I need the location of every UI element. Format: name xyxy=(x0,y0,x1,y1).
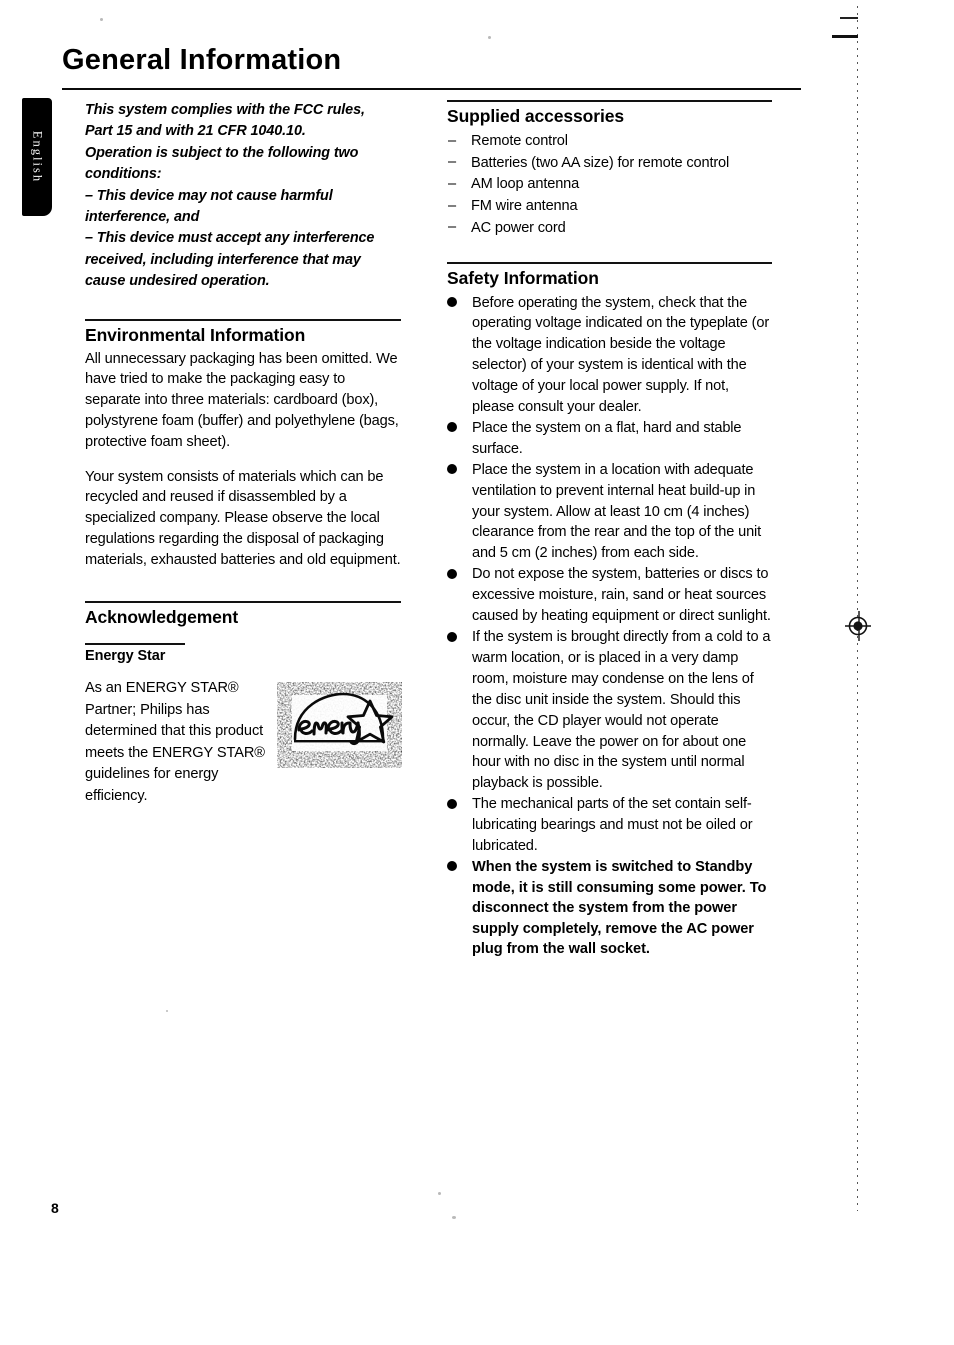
safety-information-heading: Safety Information xyxy=(447,267,599,288)
language-tab-english: English xyxy=(22,98,52,216)
fcc-line-7: – This device must accept any interferen… xyxy=(85,230,375,247)
title-divider xyxy=(62,88,801,90)
bullet-icon xyxy=(447,798,457,809)
fcc-line-1: This system complies with the FCC rules, xyxy=(85,102,365,118)
energy-star-block: As an ENERGY STAR® Partner; Philips has … xyxy=(85,678,402,807)
list-item: Do not expose the system, batteries or d… xyxy=(447,564,772,627)
acknowledgement-divider xyxy=(85,600,401,603)
bullet-icon xyxy=(447,422,457,433)
list-item-label: AM loop antenna xyxy=(471,176,580,193)
list-item-label: The mechanical parts of the set contain … xyxy=(472,796,753,855)
list-item-label: Do not expose the system, batteries or d… xyxy=(472,566,771,625)
list-item-label: Batteries (two AA size) for remote contr… xyxy=(471,154,730,171)
list-item: – AM loop antenna xyxy=(447,174,772,195)
list-item: Place the system on a flat, hard and sta… xyxy=(447,418,772,460)
dash-icon: – xyxy=(448,197,456,214)
list-item: – Remote control xyxy=(447,131,772,152)
trim-mark-top-secondary xyxy=(832,35,858,38)
dash-icon: – xyxy=(448,219,456,236)
acknowledgement-heading: Acknowledgement xyxy=(85,606,239,627)
right-column: Supplied accessories – Remote control – Ba… xyxy=(447,100,772,960)
list-item: The mechanical parts of the set contain … xyxy=(447,794,772,857)
list-item-label: Remote control xyxy=(471,133,568,149)
list-item-label: FM wire antenna xyxy=(471,198,578,215)
scan-speck xyxy=(452,1216,456,1219)
bullet-icon xyxy=(447,861,457,872)
scan-speck xyxy=(100,18,103,21)
list-item: – FM wire antenna xyxy=(447,196,772,217)
page-number: 8 xyxy=(51,1200,59,1216)
supplied-accessories-list: – Remote control – Batteries (two AA size)… xyxy=(447,131,772,239)
list-item-label: Before operating the system, check that … xyxy=(472,294,770,416)
list-item: Before operating the system, check that … xyxy=(447,293,772,418)
list-item-label: If the system is brought directly from a… xyxy=(472,629,771,792)
list-item-label: AC power cord xyxy=(471,219,566,236)
safety-information-divider xyxy=(447,261,772,264)
fcc-line-8: received, including interference that ma… xyxy=(85,251,361,268)
trim-line-vertical xyxy=(857,6,858,1211)
fcc-line-6: interference, and xyxy=(85,209,200,226)
registration-mark-icon xyxy=(845,611,873,641)
trim-mark-top xyxy=(840,17,858,19)
scan-speck xyxy=(438,1192,441,1195)
left-column: This system complies with the FCC rules,… xyxy=(85,100,402,822)
page-title: General Information xyxy=(62,44,342,76)
dash-icon: – xyxy=(448,154,456,171)
list-item: – Batteries (two AA size) for remote cont… xyxy=(447,153,772,174)
safety-information-list: Before operating the system, check that … xyxy=(447,293,772,960)
supplied-accessories-heading: Supplied accessories xyxy=(447,106,624,126)
bullet-icon xyxy=(447,568,457,579)
scan-speck xyxy=(488,36,491,39)
dash-icon: – xyxy=(448,132,456,149)
environmental-paragraph-1: All unnecessary packaging has been omitt… xyxy=(85,350,399,450)
fcc-line-5: – This device may not cause harmful xyxy=(85,187,333,204)
environmental-paragraph-2: Your system consists of materials which … xyxy=(85,468,401,568)
energy-star-paragraph: As an ENERGY STAR® Partner; Philips has … xyxy=(85,680,265,804)
supplied-accessories-divider xyxy=(447,100,772,102)
list-item: When the system is switched to Standby m… xyxy=(447,857,772,960)
scan-speck xyxy=(166,1010,168,1012)
list-item: If the system is brought directly from a… xyxy=(447,627,772,794)
bullet-icon xyxy=(447,464,457,475)
list-item: – AC power cord xyxy=(447,218,772,239)
fcc-line-4: conditions: xyxy=(85,166,162,183)
fcc-notice: This system complies with the FCC rules,… xyxy=(85,100,401,293)
environmental-heading: Environmental Information xyxy=(85,324,306,345)
list-item-label: Place the system on a flat, hard and sta… xyxy=(472,419,742,457)
dash-icon: – xyxy=(448,175,456,192)
energy-star-divider xyxy=(85,642,185,645)
energy-star-heading: Energy Star xyxy=(85,647,166,664)
document-page: English General Information This system … xyxy=(0,0,954,1345)
fcc-line-2: Part 15 and with 21 CFR 1040.10. xyxy=(85,123,306,140)
list-item-label: When the system is switched to Standby m… xyxy=(472,858,767,958)
energy-star-logo xyxy=(277,682,402,769)
list-item: Place the system in a location with adeq… xyxy=(447,460,772,565)
environmental-divider xyxy=(85,318,401,321)
bullet-icon xyxy=(447,631,457,642)
language-tab-label: English xyxy=(30,130,45,184)
fcc-line-9: cause undesired operation. xyxy=(85,273,270,290)
bullet-icon xyxy=(447,297,457,308)
fcc-line-3: Operation is subject to the following tw… xyxy=(85,144,359,161)
list-item-label: Place the system in a location with adeq… xyxy=(472,461,762,562)
